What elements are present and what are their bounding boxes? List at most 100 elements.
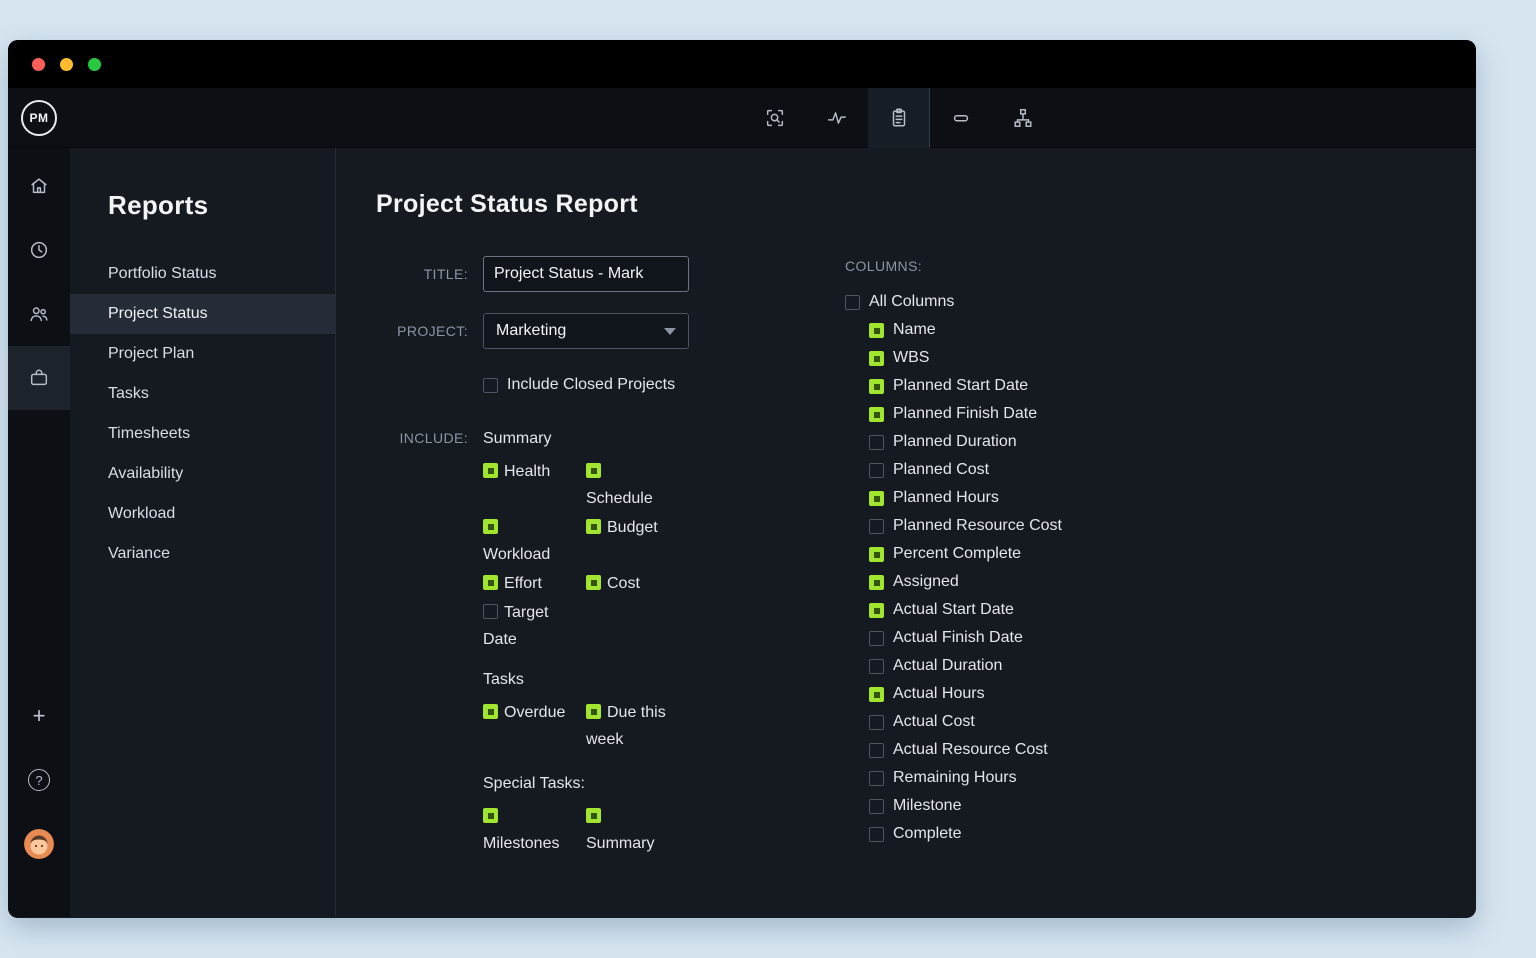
summary-checkboxes: Health Schedule Workload Budget Effort Cost Ta… bbox=[483, 458, 672, 653]
minimize-button[interactable] bbox=[60, 57, 73, 71]
column-checkbox-row[interactable]: Planned Hours bbox=[869, 484, 1225, 512]
column-checkbox-row[interactable]: Actual Resource Cost bbox=[869, 736, 1225, 764]
sidebar-item[interactable]: Variance bbox=[70, 534, 335, 574]
project-select-value: Marketing bbox=[496, 322, 567, 339]
column-checkbox-row[interactable]: WBS bbox=[869, 344, 1225, 372]
include-checkbox-item[interactable]: Schedule bbox=[586, 458, 672, 512]
include-checkbox-item[interactable]: Due this week bbox=[586, 699, 672, 753]
top-app-bar: PM bbox=[8, 88, 1476, 148]
column-checkbox-row[interactable]: Planned Finish Date bbox=[869, 400, 1225, 428]
sidebar-item-label: Tasks bbox=[108, 385, 149, 402]
column-checkbox-row[interactable]: Planned Cost bbox=[869, 456, 1225, 484]
report-clipboard-icon[interactable] bbox=[868, 88, 930, 148]
sidebar-item[interactable]: Workload bbox=[70, 494, 335, 534]
include-checkbox-item[interactable]: Workload bbox=[483, 514, 569, 568]
column-checkbox-row[interactable]: Remaining Hours bbox=[869, 764, 1225, 792]
column-checkbox-row[interactable]: Milestone bbox=[869, 792, 1225, 820]
column-checkbox-row[interactable]: Percent Complete bbox=[869, 540, 1225, 568]
column-checkbox-row[interactable]: Actual Hours bbox=[869, 680, 1225, 708]
card-icon[interactable] bbox=[930, 88, 992, 148]
column-label: Planned Hours bbox=[893, 489, 999, 506]
sidebar-item-label: Project Plan bbox=[108, 345, 195, 362]
topbar-icon-group bbox=[744, 88, 1054, 148]
close-button[interactable] bbox=[32, 57, 45, 71]
include-checkbox-item[interactable]: Overdue bbox=[483, 699, 569, 753]
column-label: Actual Cost bbox=[893, 713, 975, 730]
checkbox-icon bbox=[869, 714, 884, 730]
sidebar-item[interactable]: Tasks bbox=[70, 374, 335, 414]
column-label: Actual Duration bbox=[893, 657, 1003, 674]
checkbox-icon bbox=[586, 519, 601, 534]
column-checkbox-row[interactable]: Name bbox=[869, 316, 1225, 344]
include-checkbox-item[interactable]: Target Date bbox=[483, 599, 569, 653]
include-closed-checkbox[interactable]: Include Closed Projects bbox=[483, 376, 675, 394]
include-item-label: Summary bbox=[586, 835, 655, 852]
include-checkbox-item[interactable]: Budget bbox=[586, 514, 672, 568]
chevron-down-icon bbox=[664, 327, 676, 335]
column-checkbox-row[interactable]: Planned Resource Cost bbox=[869, 512, 1225, 540]
all-columns-checkbox[interactable]: All Columns bbox=[845, 288, 1225, 316]
main-content: Project Status Report TITLE: PROJECT: Ma… bbox=[336, 148, 1476, 917]
checkbox-icon bbox=[483, 519, 498, 534]
report-title-input[interactable] bbox=[483, 256, 689, 292]
checkbox-icon bbox=[586, 704, 601, 719]
include-closed-label: Include Closed Projects bbox=[507, 376, 676, 393]
sidebar-item[interactable]: Availability bbox=[70, 454, 335, 494]
column-checkbox-row[interactable]: Assigned bbox=[869, 568, 1225, 596]
sidebar-item[interactable]: Timesheets bbox=[70, 414, 335, 454]
sidebar-item-label: Workload bbox=[108, 505, 176, 522]
column-label: Planned Start Date bbox=[893, 377, 1029, 394]
clock-icon[interactable] bbox=[8, 218, 70, 282]
sidebar-item[interactable]: Portfolio Status bbox=[70, 254, 335, 294]
sidebar-item[interactable]: Project Status bbox=[70, 294, 335, 334]
sidebar-item[interactable]: Project Plan bbox=[70, 334, 335, 374]
include-checkbox-item[interactable]: Milestones bbox=[483, 803, 569, 857]
home-icon[interactable] bbox=[8, 154, 70, 218]
checkbox-icon bbox=[483, 377, 498, 393]
include-checkbox-item[interactable]: Cost bbox=[586, 570, 672, 597]
column-checkbox-row[interactable]: Planned Start Date bbox=[869, 372, 1225, 400]
people-icon[interactable] bbox=[8, 282, 70, 346]
plus-icon[interactable]: + bbox=[8, 684, 70, 748]
column-checkbox-row[interactable]: Actual Finish Date bbox=[869, 624, 1225, 652]
include-groups: Summary Health Schedule Workload Budget Effo… bbox=[483, 430, 672, 857]
checkbox-icon bbox=[869, 462, 884, 478]
help-icon[interactable]: ? bbox=[8, 748, 70, 812]
checkbox-icon bbox=[483, 463, 498, 478]
title-row: TITLE: bbox=[376, 256, 845, 292]
avatar[interactable] bbox=[8, 812, 70, 876]
column-checkbox-row[interactable]: Complete bbox=[869, 820, 1225, 848]
column-checkbox-row[interactable]: Actual Duration bbox=[869, 652, 1225, 680]
title-label: TITLE: bbox=[423, 266, 468, 282]
include-checkbox-item[interactable]: Effort bbox=[483, 570, 569, 597]
column-label: Planned Finish Date bbox=[893, 405, 1038, 422]
tasks-heading: Tasks bbox=[483, 671, 524, 688]
checkbox-icon bbox=[586, 463, 601, 478]
help-glyph: ? bbox=[28, 769, 50, 791]
column-checkbox-row[interactable]: Actual Start Date bbox=[869, 596, 1225, 624]
checkbox-icon bbox=[869, 686, 884, 702]
zoom-button[interactable] bbox=[88, 57, 101, 71]
include-checkbox-item[interactable]: Summary bbox=[586, 803, 672, 857]
column-checkbox-row[interactable]: Planned Duration bbox=[869, 428, 1225, 456]
pm-logo[interactable]: PM bbox=[21, 100, 57, 136]
column-label: Planned Duration bbox=[893, 433, 1017, 450]
checkbox-icon bbox=[869, 658, 884, 674]
column-checkbox-row[interactable]: Actual Cost bbox=[869, 708, 1225, 736]
special-tasks-heading: Special Tasks: bbox=[483, 775, 585, 792]
search-document-icon[interactable] bbox=[744, 88, 806, 148]
column-label: Complete bbox=[893, 825, 962, 842]
column-label: Planned Cost bbox=[893, 461, 990, 478]
column-label: Actual Start Date bbox=[893, 601, 1014, 618]
all-columns-label: All Columns bbox=[869, 293, 955, 310]
checkbox-icon bbox=[869, 826, 884, 842]
include-checkbox-item[interactable]: Health bbox=[483, 458, 569, 512]
workflow-icon[interactable] bbox=[992, 88, 1054, 148]
activity-icon[interactable] bbox=[806, 88, 868, 148]
checkbox-icon bbox=[869, 490, 884, 506]
include-label: INCLUDE: bbox=[399, 430, 468, 446]
sidebar-item-label: Project Status bbox=[108, 305, 208, 322]
project-select[interactable]: Marketing bbox=[483, 313, 689, 349]
checkbox-icon bbox=[869, 518, 884, 534]
briefcase-icon[interactable] bbox=[8, 346, 70, 410]
